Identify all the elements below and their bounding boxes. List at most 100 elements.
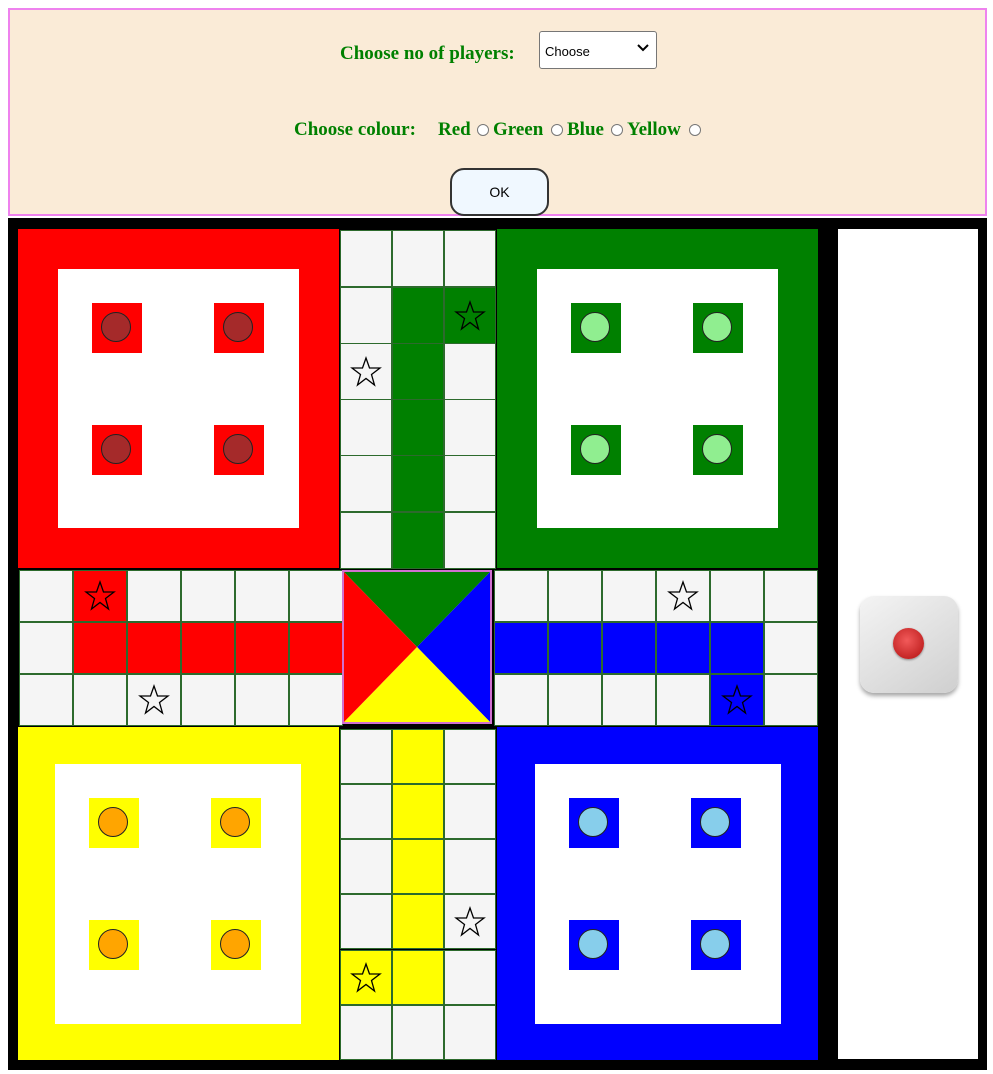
track-cell[interactable] bbox=[494, 674, 548, 726]
green-home-lane-cell[interactable] bbox=[392, 287, 444, 344]
track-cell[interactable] bbox=[444, 230, 496, 287]
red-home-lane-cell[interactable] bbox=[73, 622, 127, 674]
track-cell[interactable] bbox=[73, 674, 127, 726]
track-cell[interactable] bbox=[340, 230, 392, 287]
track-cell[interactable] bbox=[764, 674, 818, 726]
track-cell[interactable] bbox=[289, 674, 343, 726]
yellow-home-lane-cell[interactable] bbox=[392, 894, 444, 949]
track-cell[interactable] bbox=[392, 230, 444, 287]
red-token[interactable] bbox=[101, 434, 131, 464]
track-cell[interactable] bbox=[340, 287, 392, 344]
blue-home-lane-cell[interactable] bbox=[602, 622, 656, 674]
track-cell[interactable] bbox=[19, 570, 73, 622]
red-token[interactable] bbox=[101, 312, 131, 342]
green-token[interactable] bbox=[702, 312, 732, 342]
blue-token[interactable] bbox=[578, 929, 608, 959]
ok-button[interactable]: OK bbox=[450, 168, 549, 216]
track-cell[interactable] bbox=[764, 622, 818, 674]
track-cell[interactable] bbox=[235, 674, 289, 726]
colour-radio-red[interactable] bbox=[477, 124, 489, 136]
track-cell[interactable] bbox=[19, 674, 73, 726]
red-home-lane-cell[interactable] bbox=[289, 622, 343, 674]
blue-token[interactable] bbox=[700, 807, 730, 837]
red-token-slot bbox=[214, 425, 264, 475]
track-cell[interactable] bbox=[340, 455, 392, 512]
track-cell[interactable] bbox=[392, 1005, 444, 1060]
green-token[interactable] bbox=[702, 434, 732, 464]
yellow-home-lane-cell[interactable] bbox=[392, 839, 444, 894]
green-token[interactable] bbox=[580, 312, 610, 342]
green-home-lane-cell[interactable] bbox=[392, 399, 444, 456]
track-cell[interactable] bbox=[444, 950, 496, 1005]
track-cell[interactable] bbox=[181, 570, 235, 622]
track-cell[interactable] bbox=[602, 674, 656, 726]
track-cell[interactable] bbox=[710, 570, 764, 622]
colour-radio-green[interactable] bbox=[551, 124, 563, 136]
track-cell[interactable] bbox=[340, 399, 392, 456]
blue-token[interactable] bbox=[578, 807, 608, 837]
track-cell[interactable] bbox=[340, 784, 392, 839]
track-cell[interactable] bbox=[764, 570, 818, 622]
track-cell[interactable] bbox=[444, 894, 496, 949]
blue-home-lane-cell[interactable] bbox=[710, 622, 764, 674]
track-cell[interactable] bbox=[444, 455, 496, 512]
track-cell[interactable] bbox=[181, 674, 235, 726]
blue-home-lane-cell[interactable] bbox=[494, 622, 548, 674]
track-cell[interactable] bbox=[127, 674, 181, 726]
yellow-token[interactable] bbox=[98, 929, 128, 959]
track-cell[interactable] bbox=[340, 894, 392, 949]
track-cell[interactable] bbox=[340, 729, 392, 784]
track-cell[interactable] bbox=[444, 839, 496, 894]
track-cell[interactable] bbox=[548, 674, 602, 726]
track-cell[interactable] bbox=[494, 570, 548, 622]
colour-radio-yellow[interactable] bbox=[689, 124, 701, 136]
dice-icon[interactable] bbox=[860, 596, 958, 693]
green-home-lane-cell[interactable] bbox=[392, 343, 444, 400]
track-cell[interactable] bbox=[444, 512, 496, 569]
track-cell[interactable] bbox=[19, 622, 73, 674]
green-home-lane-cell[interactable] bbox=[392, 455, 444, 512]
blue-home-lane-cell[interactable] bbox=[656, 622, 710, 674]
green-home-lane-cell[interactable] bbox=[392, 512, 444, 569]
red-token[interactable] bbox=[223, 312, 253, 342]
track-cell[interactable] bbox=[340, 512, 392, 569]
yellow-token[interactable] bbox=[98, 807, 128, 837]
track-cell[interactable] bbox=[340, 343, 392, 400]
green-token[interactable] bbox=[580, 434, 610, 464]
track-cell[interactable] bbox=[656, 674, 710, 726]
red-home-lane-cell[interactable] bbox=[235, 622, 289, 674]
track-cell[interactable] bbox=[602, 570, 656, 622]
yellow-token[interactable] bbox=[220, 929, 250, 959]
red-home-lane-cell[interactable] bbox=[73, 570, 127, 622]
track-cell[interactable] bbox=[235, 570, 289, 622]
track-cell[interactable] bbox=[444, 343, 496, 400]
track-cell[interactable] bbox=[127, 570, 181, 622]
blue-token-slot bbox=[691, 798, 741, 848]
red-token[interactable] bbox=[223, 434, 253, 464]
track-cell[interactable] bbox=[444, 1005, 496, 1060]
green-token-slot bbox=[693, 303, 743, 353]
blue-home-lane-cell[interactable] bbox=[548, 622, 602, 674]
center-triangles bbox=[344, 572, 490, 722]
yellow-home-lane-cell[interactable] bbox=[392, 784, 444, 839]
track-cell[interactable] bbox=[548, 570, 602, 622]
blue-token[interactable] bbox=[700, 929, 730, 959]
blue-home-lane-cell[interactable] bbox=[710, 674, 764, 726]
track-cell[interactable] bbox=[289, 570, 343, 622]
yellow-home-lane-cell[interactable] bbox=[340, 950, 392, 1005]
yellow-token[interactable] bbox=[220, 807, 250, 837]
track-cell[interactable] bbox=[340, 1005, 392, 1060]
colour-radio-blue[interactable] bbox=[611, 124, 623, 136]
red-home-lane-cell[interactable] bbox=[181, 622, 235, 674]
yellow-home-lane-cell[interactable] bbox=[392, 729, 444, 784]
star-icon bbox=[721, 684, 753, 715]
track-cell[interactable] bbox=[444, 729, 496, 784]
players-select[interactable]: Choose bbox=[539, 31, 657, 69]
track-cell[interactable] bbox=[656, 570, 710, 622]
green-home-lane-cell[interactable] bbox=[444, 287, 496, 344]
track-cell[interactable] bbox=[340, 839, 392, 894]
red-home-lane-cell[interactable] bbox=[127, 622, 181, 674]
track-cell[interactable] bbox=[444, 784, 496, 839]
track-cell[interactable] bbox=[444, 399, 496, 456]
yellow-home-lane-cell[interactable] bbox=[392, 950, 444, 1005]
